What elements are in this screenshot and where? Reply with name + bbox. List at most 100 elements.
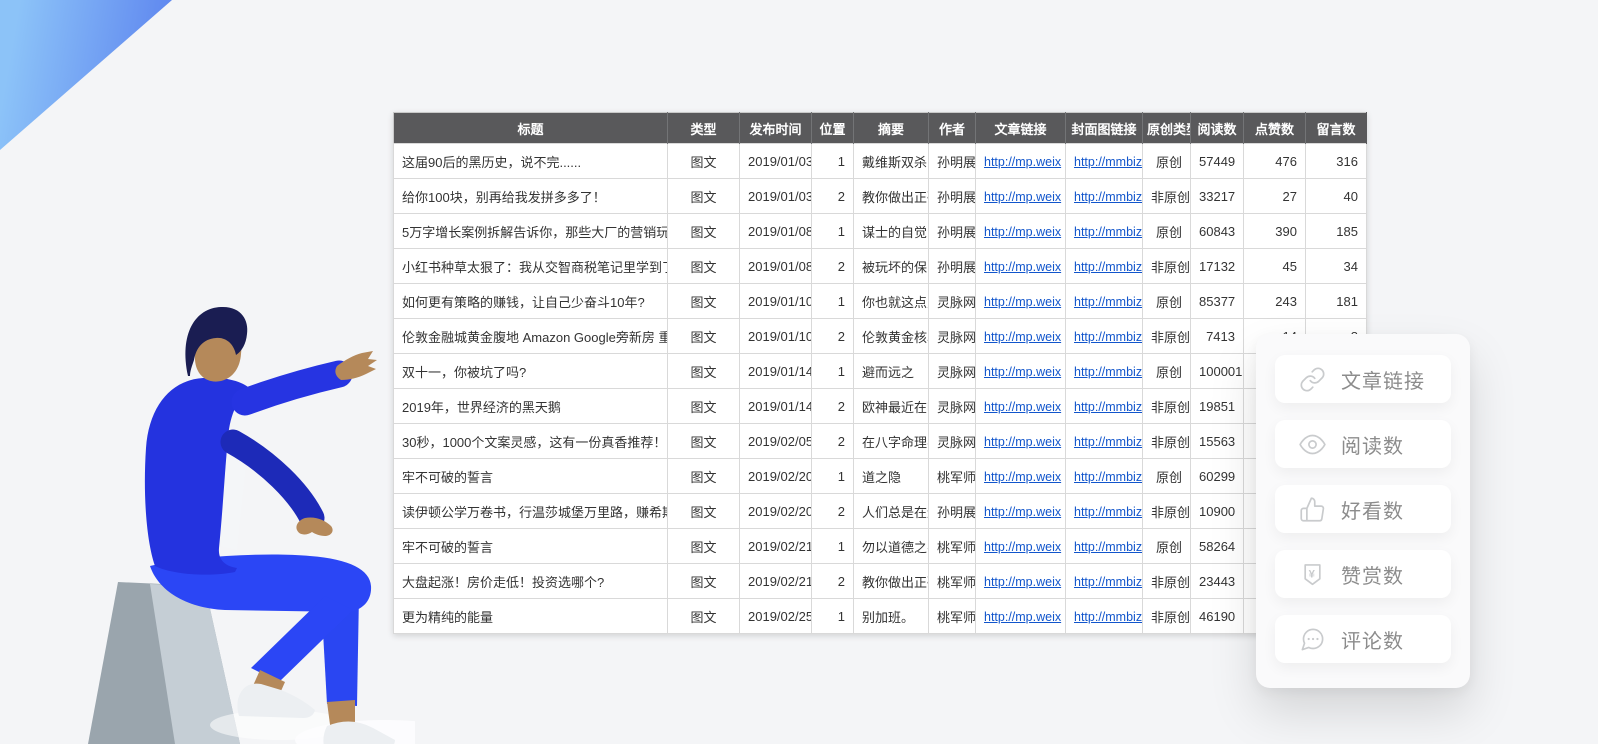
cell-likes: 243 [1244,284,1306,319]
cell-date: 2019/01/14 [740,354,812,389]
cell-author: 孙明展 [929,249,976,284]
cell-pos: 2 [812,564,854,599]
article-link[interactable]: http://mp.weix [984,225,1061,239]
cover-image-link[interactable]: http://mmbiz.c [1074,610,1143,624]
cover-image-link[interactable]: http://mmbiz.c [1074,260,1143,274]
svg-text:¥: ¥ [1309,568,1316,580]
article-link[interactable]: http://mp.weix [984,260,1061,274]
table-row: 牢不可破的誓言图文2019/02/201道之隐桃军师http://mp.weix… [394,459,1367,494]
table-row: 2019年，世界经济的黑天鹅图文2019/01/142欧神最近在吐灵脉网http… [394,389,1367,424]
cell-likes: 390 [1244,214,1306,249]
articles-table-container: 标题类型发布时间位置摘要作者文章链接封面图链接原创类型阅读数点赞数留言数 这届9… [393,112,1367,634]
cell-cover: http://mmbiz.c [1066,179,1143,214]
article-link[interactable]: http://mp.weix [984,575,1061,589]
cell-cover: http://mmbiz.c [1066,389,1143,424]
cover-image-link[interactable]: http://mmbiz.c [1074,540,1143,554]
cover-image-link[interactable]: http://mmbiz.c [1074,155,1143,169]
cell-cover: http://mmbiz.c [1066,459,1143,494]
cell-comments: 34 [1306,249,1367,284]
cell-origin: 非原创 [1143,564,1191,599]
person-illustration [55,278,415,744]
cell-reads: 23443 [1191,564,1244,599]
table-header-row: 标题类型发布时间位置摘要作者文章链接封面图链接原创类型阅读数点赞数留言数 [394,113,1367,144]
cell-comments: 185 [1306,214,1367,249]
cover-image-link[interactable]: http://mmbiz.c [1074,575,1143,589]
article-link[interactable]: http://mp.weix [984,330,1061,344]
cell-date: 2019/01/08 [740,249,812,284]
table-row: 更为精纯的能量图文2019/02/251别加班。桃军师http://mp.wei… [394,599,1367,634]
article-link[interactable]: http://mp.weix [984,295,1061,309]
cell-link: http://mp.weix [976,354,1066,389]
field-options-card: 文章链接阅读数好看数 ¥ 赞赏数评论数 [1256,334,1470,688]
cell-likes: 27 [1244,179,1306,214]
cell-cover: http://mmbiz.c [1066,214,1143,249]
cell-origin: 原创 [1143,354,1191,389]
column-header-reads: 阅读数 [1191,113,1244,144]
article-link[interactable]: http://mp.weix [984,155,1061,169]
cover-image-link[interactable]: http://mmbiz.c [1074,365,1143,379]
table-header: 标题类型发布时间位置摘要作者文章链接封面图链接原创类型阅读数点赞数留言数 [394,113,1367,144]
cell-date: 2019/02/25 [740,599,812,634]
cell-title: 这届90后的黑历史，说不完...... [394,144,668,179]
article-link[interactable]: http://mp.weix [984,540,1061,554]
cell-reads: 85377 [1191,284,1244,319]
article-link[interactable]: http://mp.weix [984,365,1061,379]
cell-likes: 476 [1244,144,1306,179]
cell-summary: 教你做出正确 [854,179,929,214]
cover-image-link[interactable]: http://mmbiz.c [1074,505,1143,519]
cell-type: 图文 [668,319,740,354]
cell-title: 2019年，世界经济的黑天鹅 [394,389,668,424]
card-option-thumbs-up[interactable]: 好看数 [1275,485,1451,533]
cell-author: 桃军师 [929,459,976,494]
cell-comments: 316 [1306,144,1367,179]
cell-link: http://mp.weix [976,424,1066,459]
cell-origin: 非原创 [1143,599,1191,634]
cell-summary: 被玩坏的保险 [854,249,929,284]
article-link[interactable]: http://mp.weix [984,400,1061,414]
article-link[interactable]: http://mp.weix [984,470,1061,484]
article-link[interactable]: http://mp.weix [984,505,1061,519]
card-option-link[interactable]: 文章链接 [1275,355,1451,403]
cover-image-link[interactable]: http://mmbiz.c [1074,435,1143,449]
cover-image-link[interactable]: http://mmbiz.c [1074,225,1143,239]
cell-origin: 原创 [1143,144,1191,179]
cell-author: 孙明展 [929,144,976,179]
cell-author: 灵脉网 [929,284,976,319]
table-row: 读伊顿公学万卷书，行温莎城堡万里路，赚希斯罗机场图文2019/02/202人们总… [394,494,1367,529]
cell-author: 孙明展 [929,214,976,249]
cell-author: 灵脉网 [929,389,976,424]
cell-cover: http://mmbiz.c [1066,319,1143,354]
cell-origin: 原创 [1143,459,1191,494]
cell-pos: 1 [812,354,854,389]
cell-title: 伦敦金融城黄金腹地 Amazon Google旁新房 重磅发售 [394,319,668,354]
cell-title: 5万字增长案例拆解告诉你，那些大厂的营销玩法不过如此 [394,214,668,249]
cell-reads: 46190 [1191,599,1244,634]
cell-origin: 非原创 [1143,249,1191,284]
table-row: 牢不可破的誓言图文2019/02/211勿以道德之名桃军师http://mp.w… [394,529,1367,564]
cell-pos: 2 [812,389,854,424]
cell-link: http://mp.weix [976,214,1066,249]
cell-pos: 2 [812,179,854,214]
cell-origin: 原创 [1143,284,1191,319]
card-option-eye[interactable]: 阅读数 [1275,420,1451,468]
cell-type: 图文 [668,494,740,529]
cover-image-link[interactable]: http://mmbiz.c [1074,400,1143,414]
cell-pos: 1 [812,144,854,179]
card-option-reward[interactable]: ¥ 赞赏数 [1275,550,1451,598]
cell-link: http://mp.weix [976,599,1066,634]
cell-date: 2019/01/10 [740,284,812,319]
article-link[interactable]: http://mp.weix [984,435,1061,449]
cover-image-link[interactable]: http://mmbiz.c [1074,295,1143,309]
card-option-comment[interactable]: 评论数 [1275,615,1451,663]
reward-icon: ¥ [1299,561,1326,588]
cover-image-link[interactable]: http://mmbiz.c [1074,190,1143,204]
cell-type: 图文 [668,599,740,634]
cover-image-link[interactable]: http://mmbiz.c [1074,470,1143,484]
article-link[interactable]: http://mp.weix [984,610,1061,624]
cell-pos: 2 [812,319,854,354]
card-option-label: 赞赏数 [1341,560,1404,589]
cover-image-link[interactable]: http://mmbiz.c [1074,330,1143,344]
column-header-link: 文章链接 [976,113,1066,144]
article-link[interactable]: http://mp.weix [984,190,1061,204]
cell-author: 桃军师 [929,529,976,564]
